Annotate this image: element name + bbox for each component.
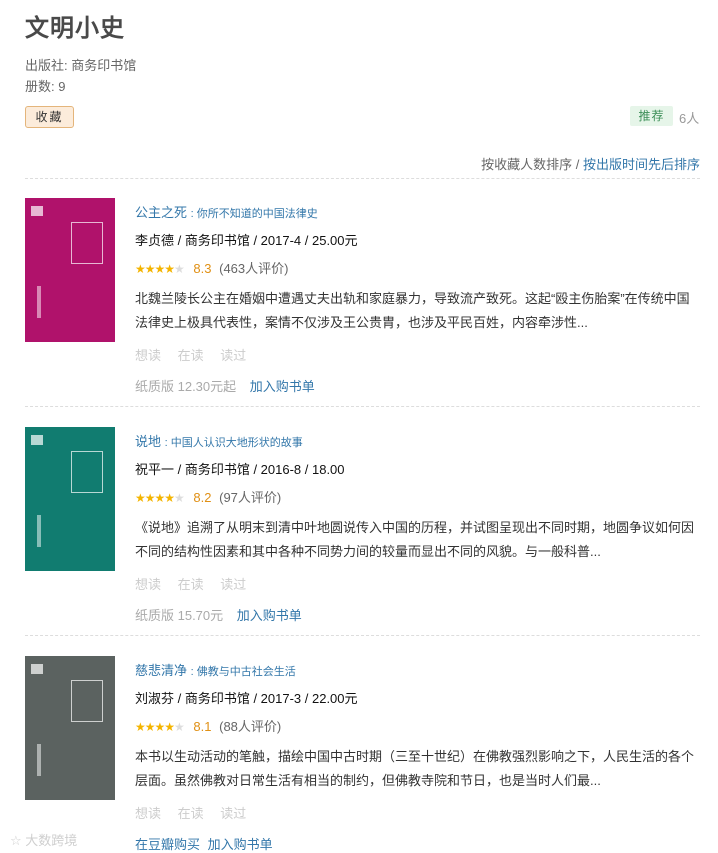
cover-seal: [37, 515, 41, 547]
publisher-info: 出版社: 商务印书馆: [25, 58, 137, 73]
rating-score: 8.3: [193, 261, 212, 276]
book-subtitle[interactable]: : 佛教与中古社会生活: [191, 666, 296, 678]
watermark-logo-icon: ☆: [10, 833, 22, 848]
cover-tag: [31, 206, 43, 216]
reading-button[interactable]: 在读: [178, 806, 204, 821]
add-to-booklist-link[interactable]: 加入购书单: [237, 608, 302, 623]
book-title-link[interactable]: 慈悲清净 : 佛教与中古社会生活: [135, 660, 296, 679]
book-rating: ★★★★★ 8.2 (97人评价): [135, 487, 281, 506]
book-cover[interactable]: [25, 427, 115, 571]
collect-button[interactable]: 收藏: [25, 106, 74, 128]
add-to-booklist-link[interactable]: 加入购书单: [250, 379, 315, 394]
have-read-button[interactable]: 读过: [220, 577, 246, 592]
recommend-count: 6人: [679, 111, 700, 126]
rating-count: (88人评价): [219, 719, 282, 734]
read-status-actions: 想读 在读 读过: [135, 803, 259, 822]
divider: [25, 178, 700, 179]
book-pub-info: 祝平一 / 商务印书馆 / 2016-8 / 18.00: [135, 462, 345, 477]
want-to-read-button[interactable]: 想读: [135, 348, 161, 363]
rating-stars-icon: ★★★★★: [135, 491, 185, 505]
read-status-actions: 想读 在读 读过: [135, 574, 259, 593]
cover-seal: [37, 744, 41, 776]
buy-row: 纸质版 12.30元起 加入购书单: [135, 376, 315, 395]
rating-count: (463人评价): [219, 261, 289, 276]
cover-title-panel: [71, 680, 103, 722]
page-title: 文明小史: [25, 15, 125, 42]
watermark: ☆ 大数跨境: [10, 830, 77, 849]
buy-on-douban-link[interactable]: 在豆瓣购买: [135, 837, 200, 852]
book-description: 《说地》追溯了从明末到清中叶地圆说传入中国的历程，并试图呈现出不同时期，地圆争议…: [135, 520, 695, 559]
book-subtitle[interactable]: : 中国人认识大地形状的故事: [165, 437, 303, 449]
watermark-text: 大数跨境: [25, 833, 78, 848]
divider: [25, 635, 700, 636]
book-pub-info: 刘淑芬 / 商务印书馆 / 2017-3 / 22.00元: [135, 691, 358, 706]
sort-separator: /: [575, 157, 580, 172]
book-rating: ★★★★★ 8.3 (463人评价): [135, 258, 288, 277]
rating-score: 8.1: [193, 719, 212, 734]
sort-by-collect[interactable]: 按收藏人数排序: [481, 157, 572, 172]
book-rating: ★★★★★ 8.1 (88人评价): [135, 716, 281, 735]
sort-by-date-link[interactable]: 按出版时间先后排序: [583, 157, 700, 172]
book-title-link[interactable]: 公主之死 : 你所不知道的中国法律史: [135, 202, 318, 221]
cover-tag: [31, 435, 43, 445]
cover-tag: [31, 664, 43, 674]
reading-button[interactable]: 在读: [178, 348, 204, 363]
cover-seal: [37, 286, 41, 318]
paper-price: 纸质版 15.70元: [135, 608, 224, 623]
reading-button[interactable]: 在读: [178, 577, 204, 592]
rating-stars-icon: ★★★★★: [135, 720, 185, 734]
book-pub-info: 李贞德 / 商务印书馆 / 2017-4 / 25.00元: [135, 233, 358, 248]
divider: [25, 406, 700, 407]
book-cover[interactable]: [25, 198, 115, 342]
paper-price: 纸质版 12.30元起: [135, 379, 237, 394]
cover-title-panel: [71, 222, 103, 264]
rating-stars-icon: ★★★★★: [135, 262, 185, 276]
book-description: 本书以生动活动的笔触，描绘中国中古时期（三至十世纪）在佛教强烈影响之下，人民生活…: [135, 749, 695, 788]
want-to-read-button[interactable]: 想读: [135, 577, 161, 592]
rating-score: 8.2: [193, 490, 212, 505]
add-to-booklist-link[interactable]: 加入购书单: [208, 837, 273, 852]
buy-row: 纸质版 15.70元 加入购书单: [135, 605, 302, 624]
cover-title-panel: [71, 451, 103, 493]
book-title[interactable]: 说地: [135, 434, 161, 449]
recommend-button[interactable]: 推荐: [630, 106, 673, 126]
book-title[interactable]: 慈悲清净: [135, 663, 187, 678]
book-title[interactable]: 公主之死: [135, 205, 187, 220]
book-description: 北魏兰陵长公主在婚姻中遭遇丈夫出轨和家庭暴力，导致流产致死。这起“殴主伤胎案”在…: [135, 291, 690, 330]
read-status-actions: 想读 在读 读过: [135, 345, 259, 364]
buy-row: 在豆瓣购买 加入购书单: [135, 834, 273, 853]
book-cover[interactable]: [25, 656, 115, 800]
rating-count: (97人评价): [219, 490, 282, 505]
volume-count: 册数: 9: [25, 79, 66, 94]
want-to-read-button[interactable]: 想读: [135, 806, 161, 821]
book-title-link[interactable]: 说地 : 中国人认识大地形状的故事: [135, 431, 303, 450]
book-subtitle[interactable]: : 你所不知道的中国法律史: [191, 208, 318, 220]
sort-options: 按收藏人数排序 / 按出版时间先后排序: [481, 154, 700, 173]
have-read-button[interactable]: 读过: [220, 348, 246, 363]
have-read-button[interactable]: 读过: [220, 806, 246, 821]
